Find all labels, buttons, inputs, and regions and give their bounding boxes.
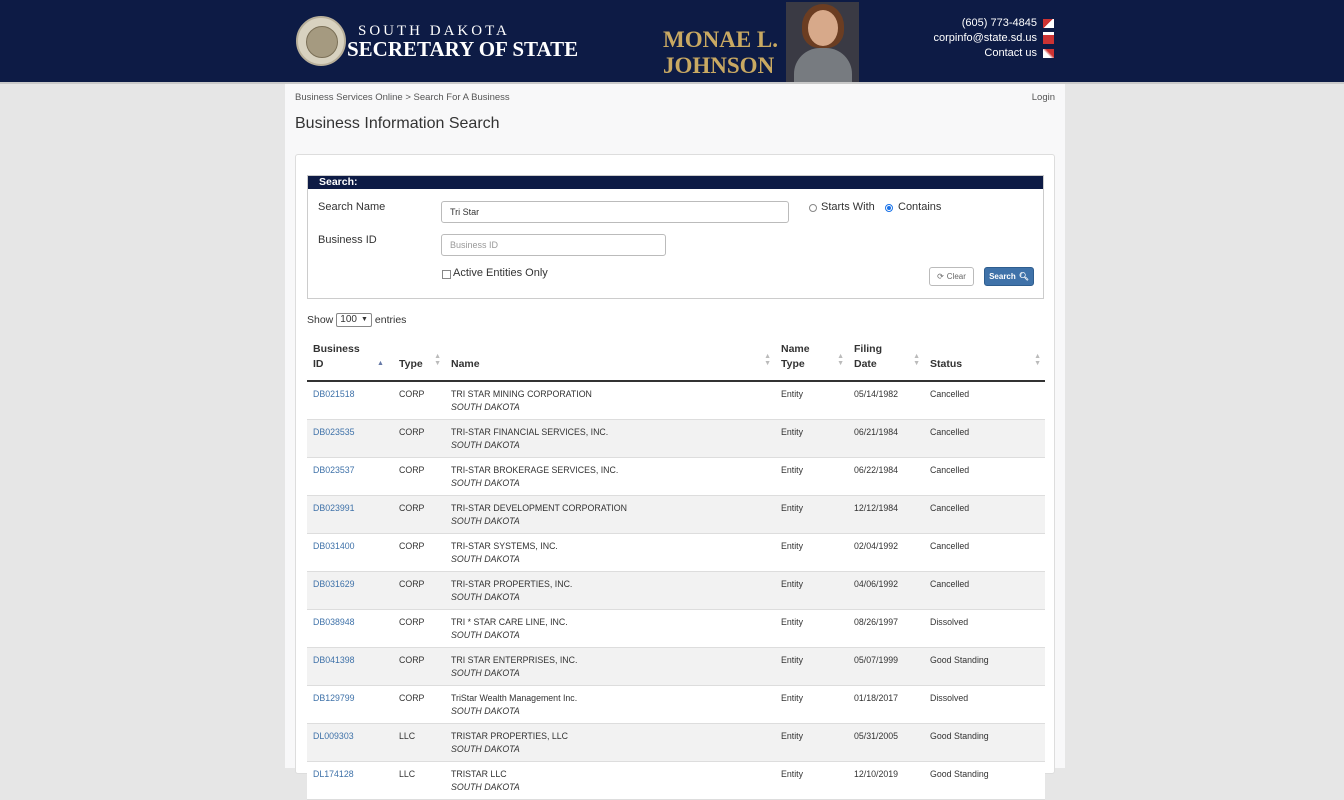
search-heading: Search:	[308, 176, 1043, 189]
table-row: DL009303 LLC TRISTAR PROPERTIES, LLC SOUT…	[307, 723, 1045, 762]
search-panel: Search: Search Name Tri Star Starts With…	[295, 154, 1055, 800]
table-row: DB021518 CORP TRI STAR MINING CORPORATIO…	[307, 381, 1045, 420]
business-id-link[interactable]: DB023535	[313, 427, 355, 437]
logo-line-2[interactable]: SECRETARY OF STATE	[347, 37, 578, 62]
table-row: DB023535 CORP TRI-STAR FINANCIAL SERVICE…	[307, 419, 1045, 458]
search-button[interactable]: Search 🔍︎	[984, 267, 1034, 286]
table-row: DB031400 CORP TRI-STAR SYSTEMS, INC. SOUT…	[307, 533, 1045, 572]
state-seal-logo[interactable]	[296, 16, 346, 66]
login-link[interactable]: Login	[1032, 92, 1055, 103]
contains-label[interactable]: Contains	[898, 201, 941, 213]
contact-us[interactable]: Contact us	[984, 47, 1054, 59]
email-link[interactable]: corpinfo@state.sd.us	[934, 32, 1038, 44]
search-icon: 🔍︎	[1018, 272, 1029, 281]
column-name[interactable]: Name ▲ ▼	[445, 331, 775, 382]
table-row: DB023991 CORP TRI-STAR DEVELOPMENT CORPO…	[307, 495, 1045, 534]
column-status[interactable]: Status ▲ ▼	[924, 331, 1045, 382]
sort-icon: ▲ ▼	[913, 353, 920, 367]
sort-asc-icon: ▲	[377, 360, 384, 367]
page-title: Business Information Search	[295, 115, 500, 132]
site-header: SOUTH DAKOTA SECRETARY OF STATE MONAE L.…	[0, 0, 1344, 84]
breadcrumb: Business Services Online > Search For A …	[295, 92, 510, 103]
contact-us-link[interactable]: Contact us	[984, 47, 1037, 59]
table-row: DB041398 CORP TRI STAR ENTERPRISES, INC.…	[307, 647, 1045, 686]
clear-label: Clear	[946, 272, 966, 281]
search-label: Search	[989, 272, 1016, 281]
contains-radio[interactable]	[885, 204, 893, 212]
official-last-name: JOHNSON	[663, 53, 775, 78]
phone-number[interactable]: (605) 773-4845	[962, 17, 1037, 29]
search-form: Search: Search Name Tri Star Starts With…	[307, 175, 1044, 299]
mail-icon	[1043, 32, 1054, 44]
breadcrumb-home[interactable]: Business Services Online	[295, 92, 403, 103]
table-row: DB129799 CORP TriStar Wealth Management …	[307, 685, 1045, 724]
table-row: DB038948 CORP TRI * STAR CARE LINE, INC.…	[307, 609, 1045, 648]
business-id-link[interactable]: DB129799	[313, 693, 355, 703]
business-id-link[interactable]: DB041398	[313, 655, 355, 665]
active-entities-label[interactable]: Active Entities Only	[453, 267, 548, 279]
sort-icon: ▲ ▼	[837, 353, 844, 367]
clear-button[interactable]: ⟳ Clear	[929, 267, 974, 286]
search-name-input[interactable]: Tri Star	[441, 201, 789, 223]
page-length-control: Show 100 ▼ entries	[307, 313, 407, 327]
column-name-type[interactable]: Name Type ▲ ▼	[775, 331, 848, 382]
starts-with-radio[interactable]	[809, 204, 817, 212]
main-content: Business Services Online > Search For A …	[285, 84, 1065, 800]
phone-contact[interactable]: (605) 773-4845	[962, 17, 1054, 29]
table-row: DB031629 CORP TRI-STAR PROPERTIES, INC. S…	[307, 571, 1045, 610]
sort-icon: ▲ ▼	[434, 353, 441, 367]
business-id-link[interactable]: DB021518	[313, 389, 355, 399]
business-id-link[interactable]: DB031629	[313, 579, 355, 589]
column-type[interactable]: Type ▲ ▼	[393, 331, 445, 382]
sort-icon: ▲ ▼	[1034, 353, 1041, 367]
table-row: DB023537 CORP TRI-STAR BROKERAGE SERVICE…	[307, 457, 1045, 496]
official-name: MONAE L. JOHNSON	[663, 27, 778, 79]
pointer-icon	[1043, 48, 1054, 58]
search-name-label: Search Name	[318, 201, 386, 213]
results-table: Business ID ▲ Type ▲ ▼ Name ▲ ▼ Name Type ▲ ▼ Fil…	[307, 331, 1045, 800]
page-length-select[interactable]: 100 ▼	[336, 313, 372, 327]
breadcrumb-current: Search For A Business	[413, 92, 510, 103]
business-id-label: Business ID	[318, 234, 377, 246]
sort-icon: ▲ ▼	[764, 353, 771, 367]
business-id-link[interactable]: DL174128	[313, 769, 354, 779]
active-entities-checkbox[interactable]	[442, 270, 451, 279]
starts-with-label[interactable]: Starts With	[821, 201, 875, 213]
business-id-input[interactable]: Business ID	[441, 234, 666, 256]
refresh-icon: ⟳	[937, 272, 944, 281]
column-business-id[interactable]: Business ID ▲	[307, 331, 393, 382]
phone-icon	[1043, 18, 1054, 28]
chevron-down-icon: ▼	[360, 316, 368, 323]
column-filing-date[interactable]: Filing Date ▲ ▼	[848, 331, 924, 382]
official-portrait	[786, 2, 859, 82]
business-id-link[interactable]: DB023537	[313, 465, 355, 475]
business-id-link[interactable]: DL009303	[313, 731, 354, 741]
table-header-row: Business ID ▲ Type ▲ ▼ Name ▲ ▼ Name Type ▲ ▼ Fil…	[307, 331, 1045, 382]
email-contact[interactable]: corpinfo@state.sd.us	[934, 32, 1054, 44]
business-id-link[interactable]: DB031400	[313, 541, 355, 551]
table-row: DL174128 LLC TRISTAR LLC SOUTH DAKOTA Ent…	[307, 761, 1045, 800]
official-first-name: MONAE L.	[663, 27, 778, 52]
business-id-link[interactable]: DB038948	[313, 617, 355, 627]
business-id-link[interactable]: DB023991	[313, 503, 355, 513]
